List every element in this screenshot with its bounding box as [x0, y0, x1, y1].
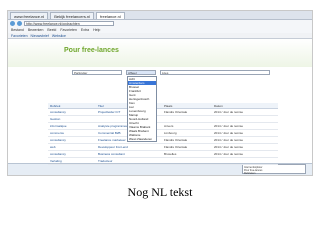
- bookmark-link[interactable]: Nieuwsbrief: [31, 33, 49, 38]
- table-cell[interactable]: Traducteur: [98, 158, 164, 164]
- table-cell: Flandre Orientale: [164, 145, 188, 149]
- table-body: consultancy Projectleider ICT Flandre Orie…: [48, 109, 278, 165]
- table-cell: Flandre Orientale: [164, 138, 188, 142]
- notification-line: Rubrieken: [244, 172, 256, 175]
- table-cell[interactable]: Business consultant: [98, 151, 164, 157]
- slide-caption: Nog NL tekst: [127, 185, 193, 199]
- table-row[interactable]: consultancy Projectleider ICT Flandre Orie…: [48, 109, 278, 116]
- table-cell: 2014 / Jour de remise: [214, 131, 244, 135]
- table-cell: Bruxelles: [164, 152, 177, 156]
- notification-popup[interactable]: Internet Explorer Pour free-lances Rubri…: [242, 164, 306, 175]
- table-row[interactable]: Gestion: [48, 116, 278, 123]
- table-cell: 2014 / Jour de remise: [214, 145, 244, 149]
- keyword-input[interactable]: Lites: [160, 70, 270, 75]
- table-cell[interactable]: consultancy: [48, 109, 98, 115]
- browser-tab[interactable]: www.freelance.nl: [10, 11, 49, 19]
- browser-tab-bar: www.freelance.nl Bekijk freelancers.nl fre…: [8, 11, 312, 20]
- table-row[interactable]: commerce Commercial B2B Limbourg 2014 / Jou…: [48, 130, 278, 137]
- table-cell[interactable]: Gestion: [48, 116, 98, 122]
- table-cell[interactable]: commerce: [48, 130, 98, 136]
- url-field[interactable]: http://www.freelance.nl/opdrachten: [24, 21, 114, 26]
- menu-item[interactable]: Extra: [81, 27, 89, 33]
- table-cell[interactable]: Vertaling: [48, 158, 98, 164]
- table-cell: [164, 116, 214, 122]
- table-row[interactable]: informatique Analyste programmeur Java Anv…: [48, 123, 278, 130]
- table-cell: 2014 / Jour de remise: [214, 152, 244, 156]
- table-cell: 2014 / Jour de remise: [214, 110, 244, 114]
- table-row[interactable]: web Developpeur front-end Flandre Oriental…: [48, 144, 278, 151]
- browser-tab[interactable]: freelance.nl: [96, 11, 125, 19]
- region-dropdown-list: Acht Amsterdam Brussel Frankfurt Gent Hertoge…: [127, 76, 157, 142]
- category-select[interactable]: Particulier: [72, 70, 122, 75]
- page-title: Pour free-lances: [64, 47, 119, 54]
- filter-row: Particulier Afbeel Lites: [72, 70, 270, 75]
- column-header[interactable]: Datum: [214, 103, 278, 108]
- page-banner: Pour free-lances: [8, 39, 312, 67]
- table-cell: Limbourg: [164, 131, 177, 135]
- results-table: Rubriek Titel Plaats Datum consultancy Pr…: [48, 103, 278, 165]
- bookmark-link[interactable]: Favorieten: [11, 33, 28, 38]
- table-cell: Flandre Orientale: [164, 110, 188, 114]
- back-icon[interactable]: [10, 21, 15, 26]
- table-cell: [164, 158, 214, 164]
- dropdown-option[interactable]: West-Vlaanderen: [128, 137, 156, 141]
- region-select[interactable]: Afbeel: [126, 70, 156, 75]
- column-header[interactable]: Plaats: [164, 103, 214, 108]
- menu-item[interactable]: Help: [93, 27, 100, 33]
- table-cell: 2014 / Jour de remise: [214, 124, 244, 128]
- bookmark-link[interactable]: Webslice: [52, 33, 66, 38]
- table-row[interactable]: consultancy Freelance marketeer Flandre Or…: [48, 137, 278, 144]
- forward-icon[interactable]: [17, 21, 22, 26]
- table-cell[interactable]: consultancy: [48, 151, 98, 157]
- table-cell[interactable]: consultancy: [48, 137, 98, 143]
- table-cell[interactable]: Developpeur front-end: [98, 144, 164, 150]
- table-cell: 2014 / Jour de remise: [214, 138, 244, 142]
- table-cell: [214, 158, 278, 164]
- table-row[interactable]: Vertaling Traducteur: [48, 158, 278, 165]
- address-bar: http://www.freelance.nl/opdrachten: [8, 20, 312, 27]
- table-row[interactable]: consultancy Business consultant Bruxelles 2…: [48, 151, 278, 158]
- table-cell[interactable]: web: [48, 144, 98, 150]
- browser-tab[interactable]: Bekijk freelancers.nl: [50, 11, 95, 19]
- table-cell[interactable]: informatique: [48, 123, 98, 129]
- table-cell: Anvers: [164, 124, 174, 128]
- column-header[interactable]: Rubriek: [48, 103, 98, 108]
- table-cell: [214, 116, 278, 122]
